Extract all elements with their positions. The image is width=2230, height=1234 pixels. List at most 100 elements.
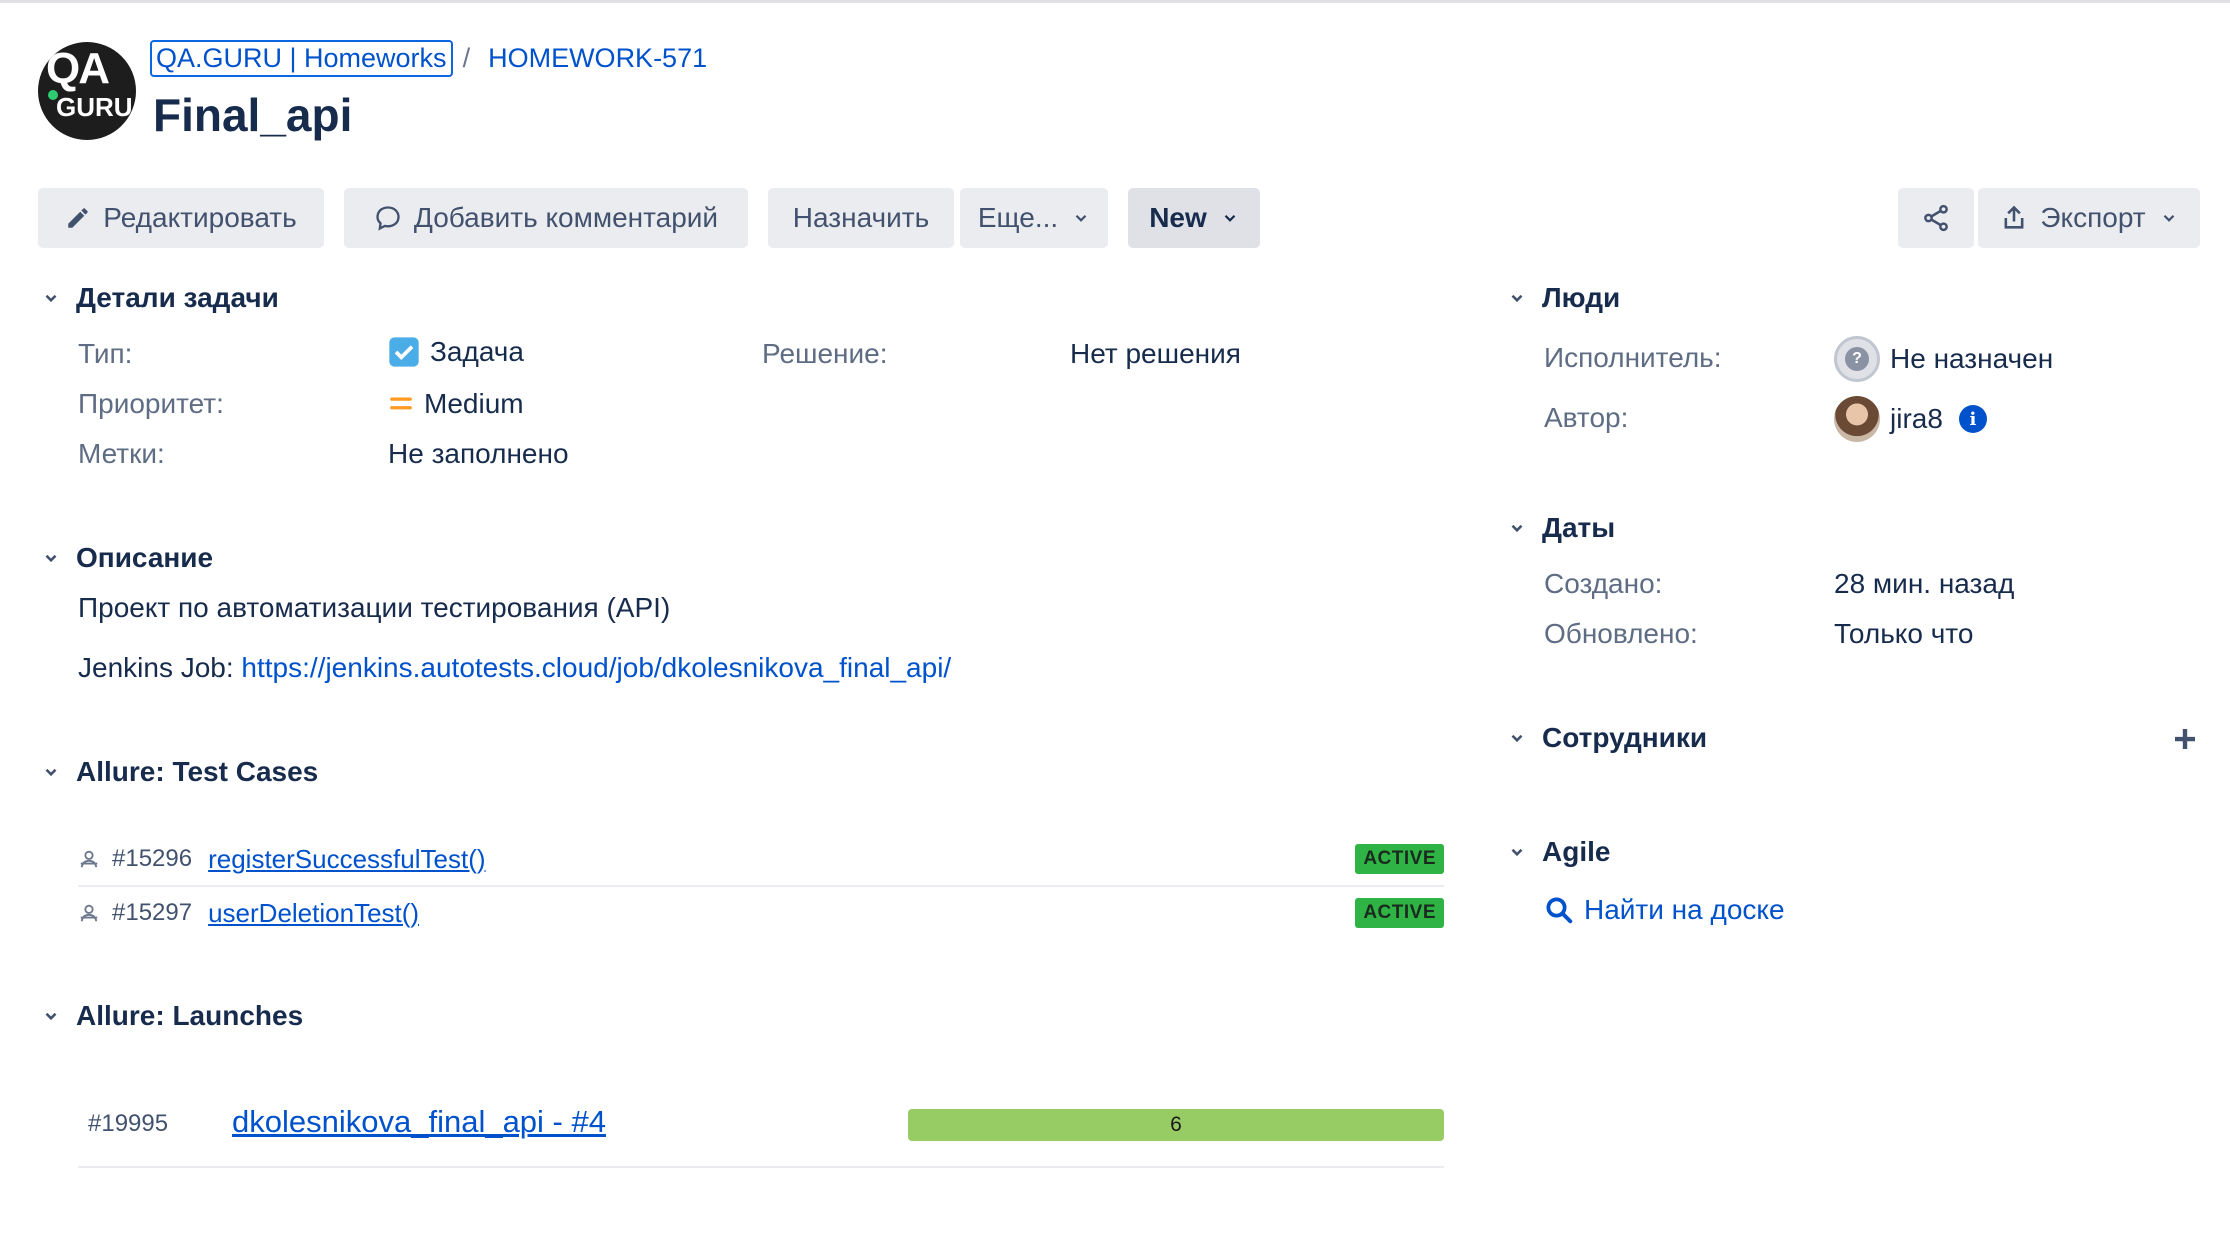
logo-text-bottom: GURU — [56, 92, 133, 122]
more-dropdown-button[interactable]: Еще... — [960, 188, 1108, 248]
description-text: Проект по автоматизации тестирования (AP… — [78, 592, 671, 623]
share-button[interactable] — [1898, 188, 1974, 248]
created-label: Создано: — [1544, 568, 1663, 599]
page-title: Final_api — [153, 89, 353, 141]
labels-value[interactable]: Не заполнено — [388, 438, 569, 470]
find-on-board-link[interactable]: Найти на доске — [1544, 894, 1785, 926]
assign-label: Назначить — [792, 202, 930, 233]
type-value: Задача — [388, 336, 524, 368]
row-divider — [78, 885, 1444, 887]
launch-id: #19995 — [88, 1110, 169, 1137]
test-case-id: #15297 — [112, 899, 193, 926]
chevron-down-icon — [1502, 723, 1532, 753]
reporter-label: Автор: — [1544, 402, 1629, 433]
details-section-toggle[interactable]: Детали задачи — [36, 282, 279, 314]
search-icon — [1546, 897, 1573, 924]
updated-value: Только что — [1834, 618, 1974, 649]
test-case-row: #15296 registerSuccessfulTest() ACTIVE — [78, 834, 1444, 884]
breadcrumb: QA.GURU | Homeworks / HOMEWORK-571 — [150, 40, 707, 77]
description-heading: Описание — [76, 542, 214, 573]
status-badge: ACTIVE — [1355, 898, 1444, 928]
people-section-toggle[interactable]: Люди — [1502, 282, 1620, 314]
top-border — [0, 0, 2230, 3]
chevron-down-icon — [1502, 513, 1532, 543]
chevron-down-icon — [36, 1001, 66, 1031]
reporter-value-text: jira8 — [1890, 403, 1943, 434]
created-value: 28 мин. назад — [1834, 568, 2015, 599]
status-label: New — [1149, 202, 1207, 233]
add-employee-plus-icon[interactable] — [2170, 724, 2200, 754]
task-checkbox-icon — [389, 337, 419, 367]
priority-label: Приоритет: — [78, 388, 224, 419]
description-section-toggle[interactable]: Описание — [36, 542, 213, 574]
reporter-value[interactable]: jira8 i — [1834, 396, 1987, 442]
resolution-value: Нет решения — [1070, 338, 1241, 369]
chevron-down-icon — [2163, 214, 2174, 222]
dates-heading: Даты — [1542, 512, 1616, 543]
employees-section-toggle[interactable]: Сотрудники — [1502, 722, 1707, 754]
test-case-icon — [80, 904, 98, 922]
priority-value-text: Medium — [424, 388, 524, 419]
edit-button-label: Редактировать — [103, 202, 297, 233]
priority-value: Medium — [388, 388, 524, 420]
jenkins-line: Jenkins Job: https://jenkins.autotests.c… — [78, 652, 951, 684]
info-icon[interactable]: i — [1958, 405, 1987, 433]
type-label: Тип: — [78, 338, 133, 369]
test-case-id: #15296 — [112, 845, 193, 872]
add-comment-button[interactable]: Добавить комментарий — [344, 188, 748, 248]
logo-text-top: QA — [46, 44, 110, 93]
share-icon — [1924, 204, 1948, 232]
pencil-icon — [68, 208, 89, 228]
find-on-board-label: Найти на доске — [1584, 894, 1785, 925]
labels-label: Метки: — [78, 438, 165, 469]
unassigned-avatar-icon: ? — [1834, 336, 1880, 382]
chevron-down-icon — [1502, 837, 1532, 867]
people-heading: Люди — [1542, 282, 1621, 313]
allure-test-cases-toggle[interactable]: Allure: Test Cases — [36, 756, 318, 788]
edit-button[interactable]: Редактировать — [38, 188, 324, 248]
assign-button[interactable]: Назначить — [768, 188, 954, 248]
priority-medium-icon — [390, 397, 412, 410]
assignee-label: Исполнитель: — [1544, 342, 1722, 373]
test-case-row: #15297 userDeletionTest() ACTIVE — [78, 888, 1444, 938]
launch-progress-bar: 6 — [908, 1109, 1444, 1141]
assignee-value[interactable]: ? Не назначен — [1834, 336, 2053, 382]
chevron-down-icon — [36, 543, 66, 573]
allure-test-cases-heading: Allure: Test Cases — [76, 756, 319, 787]
allure-launches-heading: Allure: Launches — [76, 1000, 304, 1031]
launch-link[interactable]: dkolesnikova_final_api - #4 — [232, 1104, 606, 1140]
chevron-down-icon — [1502, 283, 1532, 313]
test-case-icon — [80, 850, 98, 868]
jenkins-job-link[interactable]: https://jenkins.autotests.cloud/job/dkol… — [241, 652, 951, 683]
employees-heading: Сотрудники — [1542, 722, 1708, 753]
add-comment-label: Добавить комментарий — [413, 202, 719, 233]
agile-heading: Agile — [1542, 836, 1611, 867]
chevron-down-icon — [36, 283, 66, 313]
more-label: Еще... — [977, 202, 1059, 233]
dates-section-toggle[interactable]: Даты — [1502, 512, 1615, 544]
resolution-label: Решение: — [762, 338, 888, 369]
allure-launches-toggle[interactable]: Allure: Launches — [36, 1000, 303, 1032]
project-avatar-logo[interactable]: QA GURU — [38, 42, 136, 140]
avatar — [1834, 396, 1880, 442]
chevron-down-icon — [1224, 214, 1236, 222]
chevron-down-icon — [36, 757, 66, 787]
details-heading: Детали задачи — [76, 282, 279, 313]
agile-section-toggle[interactable]: Agile — [1502, 836, 1610, 868]
assignee-value-text: Не назначен — [1890, 343, 2054, 374]
export-label: Экспорт — [2040, 202, 2146, 233]
updated-label: Обновлено: — [1544, 618, 1698, 649]
test-case-link[interactable]: registerSuccessfulTest() — [208, 844, 485, 875]
export-icon — [2004, 205, 2024, 229]
comment-icon — [376, 206, 400, 231]
breadcrumb-issue-link[interactable]: HOMEWORK-571 — [488, 43, 707, 74]
launch-passed-fill: 6 — [908, 1109, 1444, 1141]
status-new-button[interactable]: New — [1128, 188, 1260, 248]
breadcrumb-project-link[interactable]: QA.GURU | Homeworks — [150, 40, 453, 77]
jenkins-prefix: Jenkins Job: — [78, 652, 242, 683]
type-value-text: Задача — [430, 336, 524, 367]
chevron-down-icon — [1075, 214, 1087, 222]
test-case-link[interactable]: userDeletionTest() — [208, 898, 419, 929]
export-dropdown-button[interactable]: Экспорт — [1978, 188, 2200, 248]
status-badge: ACTIVE — [1355, 844, 1444, 874]
